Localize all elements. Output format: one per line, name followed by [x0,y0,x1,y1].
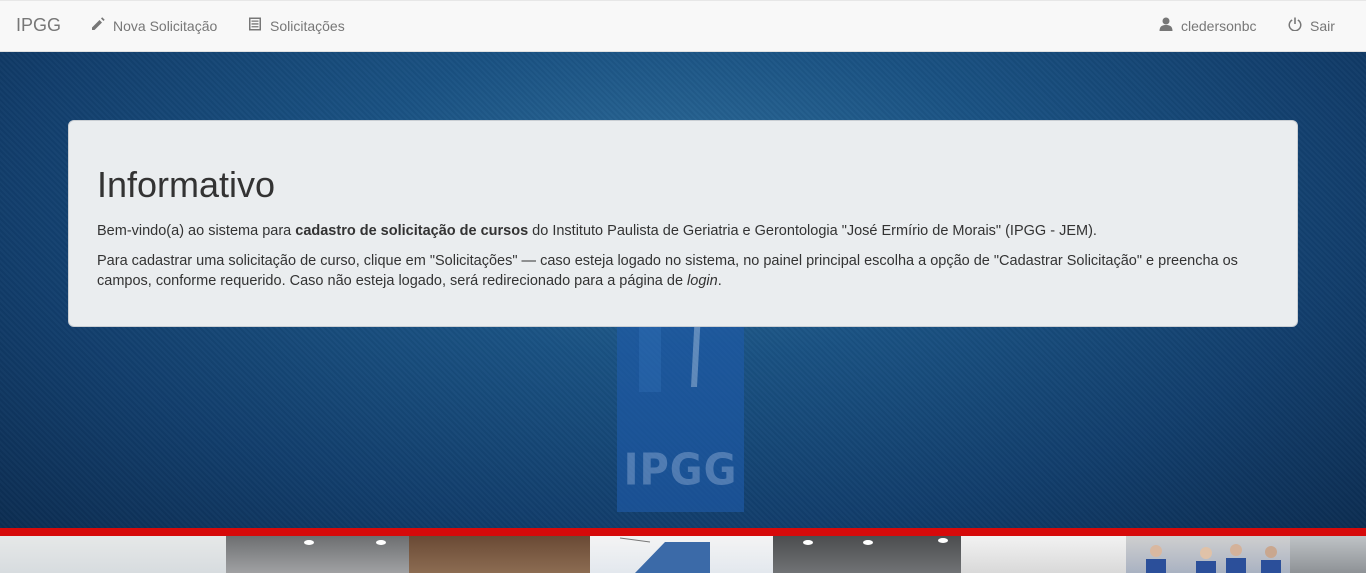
photo-group [1126,536,1290,573]
logo-text: IPGG [623,444,738,496]
footer-red-bar [0,528,1366,536]
nav-requests-label: Solicitações [270,17,345,34]
welcome-text-start: Bem-vindo(a) ao sistema para [97,223,296,239]
info-paragraph-welcome: Bem-vindo(a) ao sistema para cadastro de… [97,221,1269,241]
photo-auditorium [773,536,961,573]
building-icon [619,537,710,573]
info-title: Informativo [97,164,276,205]
nav-new-request[interactable]: Nova Solicitação [91,17,217,34]
info-panel: Informativo Bem-vindo(a) ao sistema para… [68,120,1298,327]
welcome-text-bold: cadastro de solicitação de cursos [295,223,529,239]
login-word: login [687,273,718,289]
photo-wood-ceiling [409,536,590,573]
nav-logout[interactable]: Sair [1288,17,1335,34]
photo-hallway [1290,536,1366,573]
nav-user-label: cledersonbc [1181,17,1257,34]
list-icon [248,17,262,34]
photo-room [961,536,1126,573]
photo-strip [0,536,1366,573]
pencil-icon [91,17,105,34]
user-icon [1159,17,1173,34]
photo-building [590,536,773,573]
instructions-text: Para cadastrar uma solicitação de curso,… [97,253,1238,289]
group-icon [1146,544,1281,573]
welcome-text-end: do Instituto Paulista de Geriatria e Ger… [528,223,1097,239]
nav-new-request-label: Nova Solicitação [113,17,218,34]
instructions-text-end: . [717,273,722,289]
brand-link[interactable]: IPGG [16,15,61,36]
nav-logout-label: Sair [1310,17,1335,34]
power-icon [1288,17,1302,34]
photo-ceiling-lights [226,536,409,573]
photo-hall-decor [0,536,226,573]
top-navbar: IPGG Nova Solicitação Solicitações clede… [0,0,1366,52]
nav-requests[interactable]: Solicitações [248,17,345,34]
info-paragraph-instructions: Para cadastrar uma solicitação de curso,… [97,251,1269,291]
nav-user[interactable]: cledersonbc [1159,17,1257,34]
